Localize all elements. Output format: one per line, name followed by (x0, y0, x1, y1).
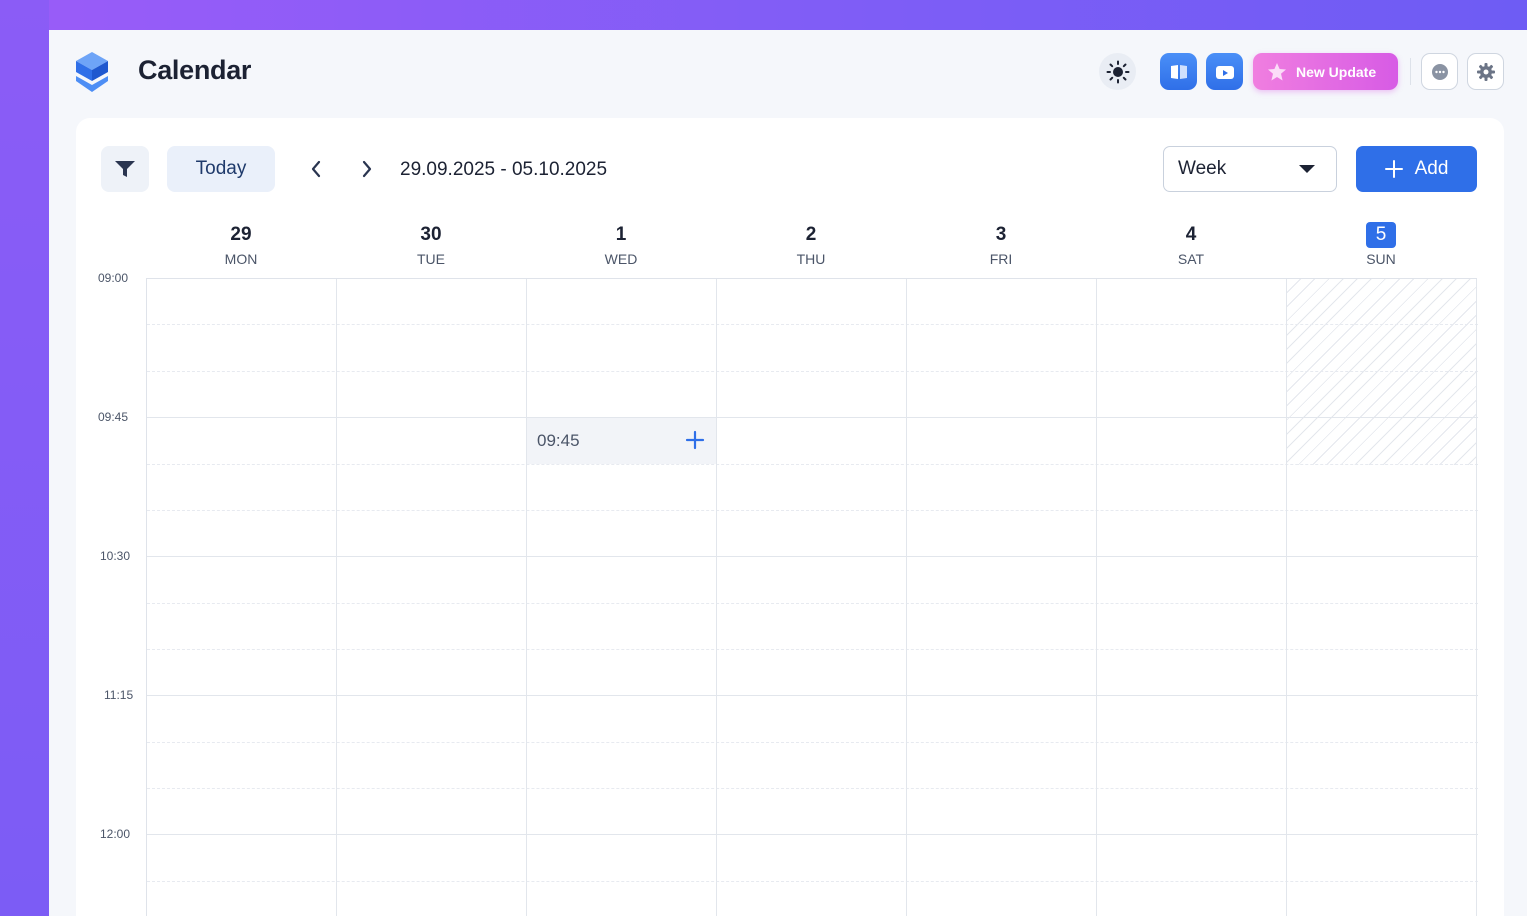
chat-button[interactable] (1421, 53, 1458, 90)
week-grid[interactable]: 09:45 (146, 278, 1478, 916)
slot-time: 09:45 (537, 431, 580, 450)
unavailable-slot (1287, 279, 1477, 465)
docs-button[interactable] (1160, 53, 1197, 90)
column-divider (1476, 279, 1477, 916)
chevron-right-icon (362, 160, 372, 178)
grid-line (147, 464, 1478, 465)
column-divider (526, 279, 527, 916)
grid-line (147, 556, 1478, 557)
chevron-down-icon (1299, 165, 1315, 173)
gear-icon (1476, 62, 1495, 81)
book-icon (1170, 64, 1187, 79)
column-divider (1096, 279, 1097, 916)
view-select[interactable]: Week (1163, 146, 1337, 192)
grid-line (147, 881, 1478, 882)
time-slot-hover[interactable]: 09:45 (527, 418, 717, 464)
today-button[interactable]: Today (167, 146, 275, 192)
day-header-fri[interactable]: 3 FRI (906, 222, 1096, 267)
star-icon (1268, 62, 1286, 80)
filter-button[interactable] (101, 146, 149, 192)
day-header-sun[interactable]: 5 SUN (1286, 222, 1476, 267)
day-name: MON (224, 251, 258, 267)
day-header-mon[interactable]: 29 MON (146, 222, 336, 267)
plus-icon (1384, 160, 1403, 178)
view-select-value: Week (1178, 158, 1227, 179)
column-divider (336, 279, 337, 916)
new-update-label: New Update (1296, 63, 1377, 80)
grid-line (147, 603, 1478, 604)
add-label: Add (1414, 158, 1449, 179)
calendar-app: Calendar New Update Today 29.09.2025 - 0… (49, 30, 1527, 916)
day-name: SAT (1177, 251, 1205, 267)
grid-line (147, 417, 1478, 418)
filter-icon (115, 161, 135, 177)
day-number: 3 (995, 224, 1007, 245)
day-number: 4 (1185, 224, 1197, 245)
day-header-tue[interactable]: 30 TUE (336, 222, 526, 267)
logo-icon[interactable] (73, 52, 111, 92)
date-range-label: 29.09.2025 - 05.10.2025 (400, 159, 608, 180)
day-number: 2 (805, 224, 817, 245)
column-divider (1286, 279, 1287, 916)
next-week-button[interactable] (352, 154, 382, 184)
day-header-sat[interactable]: 4 SAT (1096, 222, 1286, 267)
grid-line (147, 695, 1478, 696)
day-name: THU (796, 251, 826, 267)
time-label: 09:00 (98, 271, 129, 285)
chat-icon (1431, 63, 1448, 80)
grid-line (147, 371, 1478, 372)
day-number: 1 (615, 224, 627, 245)
new-update-button[interactable]: New Update (1253, 53, 1398, 90)
time-label: 10:30 (100, 549, 131, 563)
day-name: WED (604, 251, 638, 267)
page-title: Calendar (138, 55, 252, 85)
add-event-button[interactable]: Add (1356, 146, 1477, 192)
day-name: TUE (417, 251, 445, 267)
column-divider (716, 279, 717, 916)
sun-icon (1106, 60, 1129, 83)
previous-week-button[interactable] (301, 154, 331, 184)
settings-button[interactable] (1467, 53, 1504, 90)
header-divider (1410, 58, 1411, 85)
grid-line (147, 649, 1478, 650)
chevron-left-icon (311, 160, 321, 178)
video-icon (1215, 65, 1234, 79)
day-header-thu[interactable]: 2 THU (716, 222, 906, 267)
plus-icon[interactable] (685, 430, 705, 450)
grid-line (147, 510, 1478, 511)
day-number: 29 (230, 224, 252, 245)
grid-line (147, 324, 1478, 325)
time-label: 12:00 (100, 827, 131, 841)
grid-line (147, 834, 1478, 835)
today-day-number: 5 (1366, 222, 1396, 248)
day-name: SUN (1366, 251, 1396, 267)
day-number: 30 (420, 224, 442, 245)
time-label: 09:45 (98, 410, 129, 424)
background-left (0, 0, 49, 916)
app-header: Calendar New Update (49, 30, 1527, 116)
day-header-wed[interactable]: 1 WED (526, 222, 716, 267)
grid-line (147, 788, 1478, 789)
background-top (0, 0, 1527, 30)
grid-line (147, 742, 1478, 743)
column-divider (906, 279, 907, 916)
day-name: FRI (989, 251, 1013, 267)
video-tutorial-button[interactable] (1206, 53, 1243, 90)
calendar-card: Today 29.09.2025 - 05.10.2025 Week Add 2… (76, 118, 1504, 916)
theme-toggle-button[interactable] (1099, 53, 1136, 90)
